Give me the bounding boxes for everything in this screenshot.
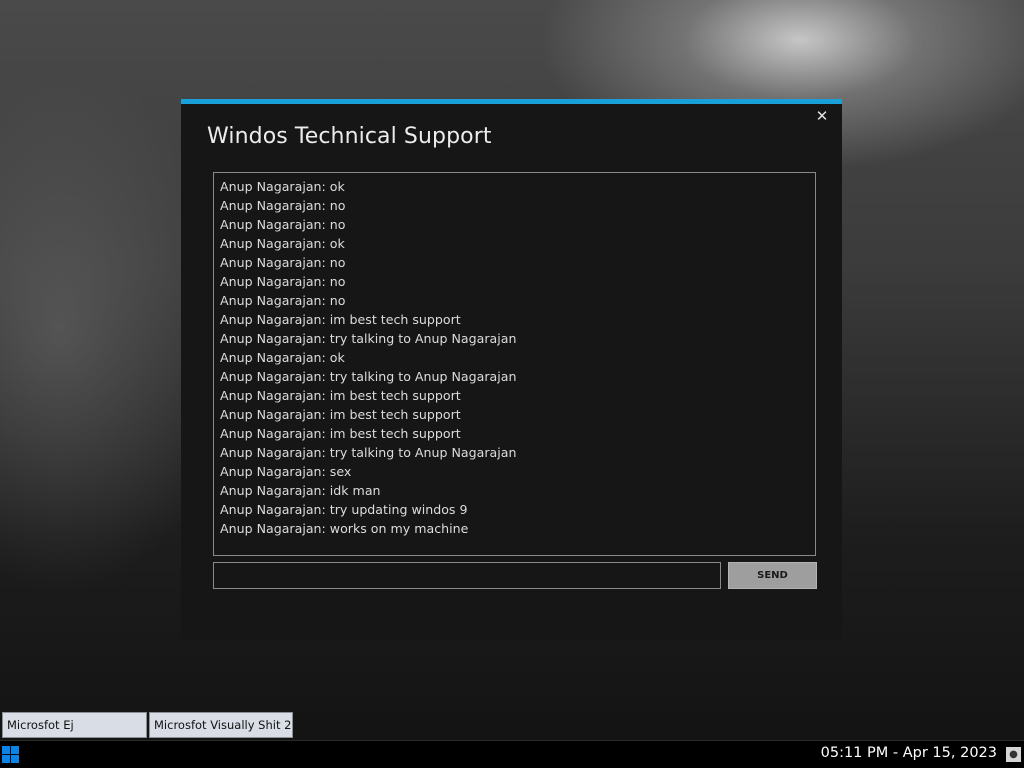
chat-message: Anup Nagarajan: im best tech support [220, 388, 461, 403]
chat-message: Anup Nagarajan: try talking to Anup Naga… [220, 369, 517, 384]
close-icon[interactable]: ✕ [814, 108, 830, 124]
clock: 05:11 PM - Apr 15, 2023 [820, 745, 997, 761]
send-button[interactable]: SEND [728, 562, 817, 589]
chat-message: Anup Nagarajan: no [220, 293, 346, 308]
chat-message: Anup Nagarajan: ok [220, 179, 345, 194]
windows-logo-icon[interactable] [2, 746, 19, 763]
chat-message: Anup Nagarajan: try talking to Anup Naga… [220, 331, 517, 346]
chat-message: Anup Nagarajan: im best tech support [220, 312, 461, 327]
chat-message: Anup Nagarajan: no [220, 255, 346, 270]
chat-message: Anup Nagarajan: try talking to Anup Naga… [220, 445, 517, 460]
chat-message: Anup Nagarajan: im best tech support [220, 426, 461, 441]
tech-support-dialog: ✕ Windos Technical Support Anup Nagaraja… [181, 99, 842, 639]
chat-message: Anup Nagarajan: ok [220, 350, 345, 365]
desktop: ✕ Windos Technical Support Anup Nagaraja… [0, 0, 1024, 740]
chat-message: Anup Nagarajan: no [220, 198, 346, 213]
chat-message: Anup Nagarajan: try updating windos 9 [220, 502, 468, 517]
chat-message: Anup Nagarajan: idk man [220, 483, 381, 498]
chat-message: Anup Nagarajan: im best tech support [220, 407, 461, 422]
taskbar-window-button[interactable]: Microsfot Visually Shit 2... [149, 712, 293, 738]
taskbar: 05:11 PM - Apr 15, 2023 ● [0, 740, 1024, 768]
chat-message: Anup Nagarajan: sex [220, 464, 352, 479]
notification-icon[interactable]: ● [1006, 747, 1021, 762]
chat-log[interactable]: Anup Nagarajan: ok Anup Nagarajan: no An… [213, 172, 816, 556]
chat-message: Anup Nagarajan: no [220, 217, 346, 232]
dialog-title: Windos Technical Support [207, 124, 492, 149]
chat-message: Anup Nagarajan: works on my machine [220, 521, 469, 536]
taskbar-window-button[interactable]: Microsfot Ej [2, 712, 147, 738]
message-input[interactable] [213, 562, 721, 589]
chat-message: Anup Nagarajan: ok [220, 236, 345, 251]
chat-message: Anup Nagarajan: no [220, 274, 346, 289]
